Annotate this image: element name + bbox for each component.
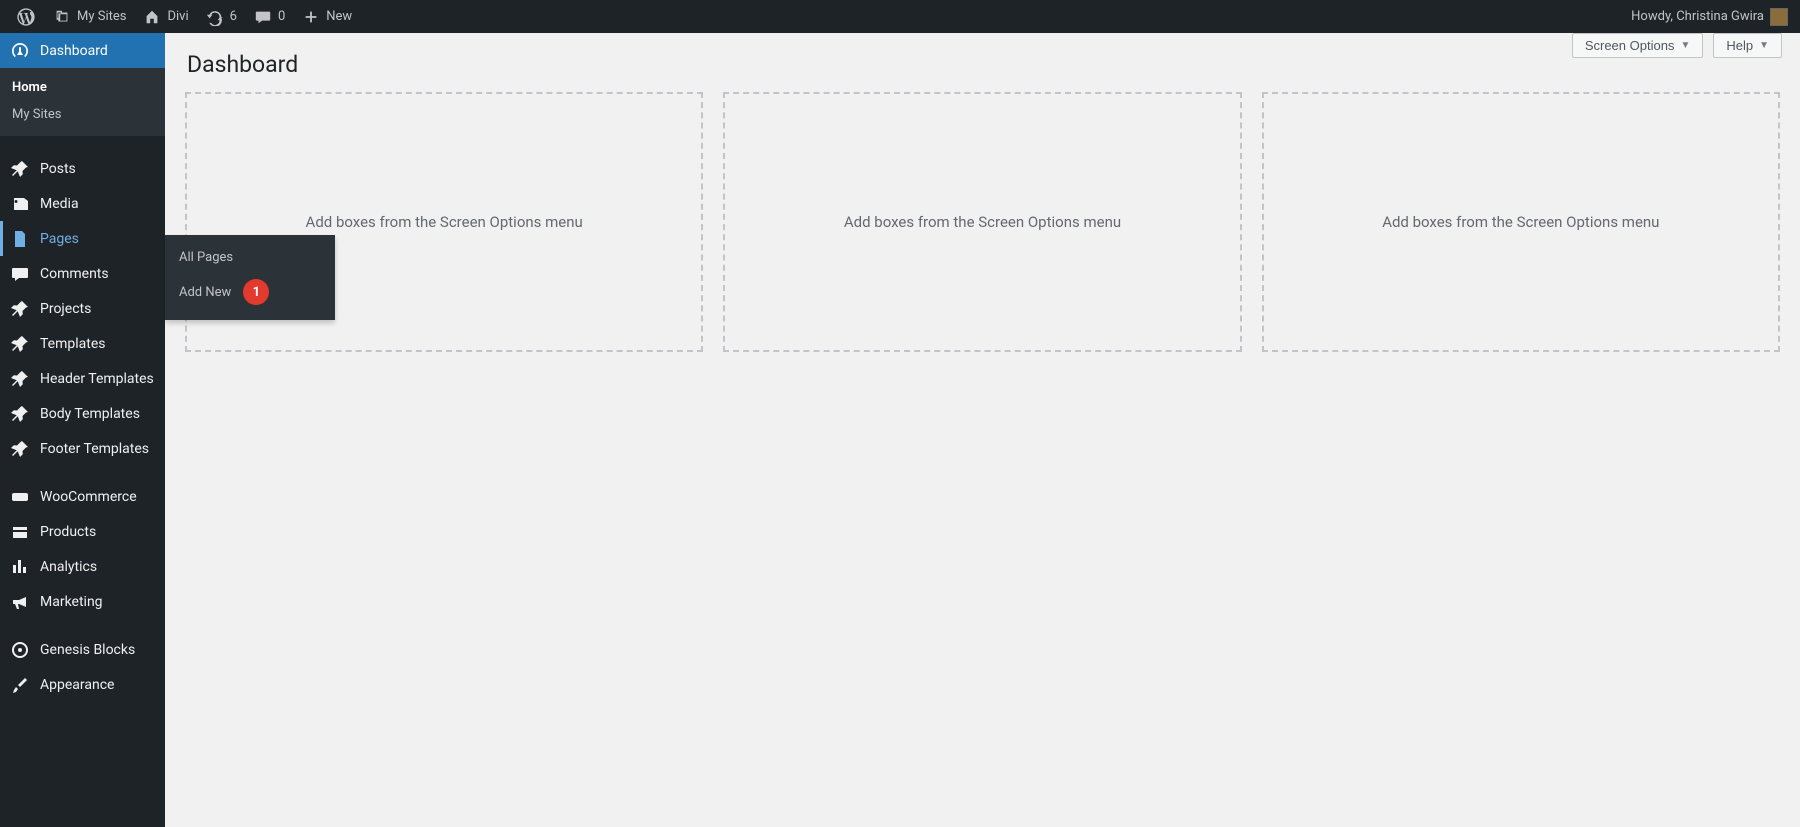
submenu-my-sites[interactable]: My Sites — [0, 101, 165, 128]
empty-widget-text: Add boxes from the Screen Options menu — [306, 213, 583, 231]
new-text: New — [326, 9, 352, 24]
dashboard-icon — [10, 41, 30, 61]
products-icon — [10, 522, 30, 542]
annotation-step-1: 1 — [243, 279, 269, 305]
page-icon — [10, 229, 30, 249]
pin-icon — [10, 439, 30, 459]
admin-bar-right[interactable]: Howdy, Christina Gwira — [1631, 8, 1792, 26]
menu-header-templates-label: Header Templates — [40, 371, 154, 387]
my-sites-text: My Sites — [77, 9, 126, 24]
new-link[interactable]: New — [293, 0, 360, 33]
menu-dashboard[interactable]: Dashboard — [0, 33, 165, 68]
comments-icon — [10, 264, 30, 284]
menu-media[interactable]: Media — [0, 186, 165, 221]
menu-posts-label: Posts — [40, 161, 76, 177]
menu-comments[interactable]: Comments — [0, 256, 165, 291]
updates-count: 6 — [230, 9, 237, 24]
all-pages-label: All Pages — [179, 250, 233, 265]
menu-woocommerce[interactable]: WooCommerce — [0, 479, 165, 514]
menu-pages[interactable]: Pages — [0, 221, 165, 256]
submenu-all-pages[interactable]: All Pages — [165, 243, 335, 272]
submenu-home[interactable]: Home — [0, 74, 165, 101]
comments-count: 0 — [278, 9, 285, 24]
menu-footer-templates[interactable]: Footer Templates — [0, 431, 165, 466]
menu-woocommerce-label: WooCommerce — [40, 489, 137, 505]
menu-genesis-blocks[interactable]: Genesis Blocks — [0, 632, 165, 667]
main-content: Dashboard Add boxes from the Screen Opti… — [165, 33, 1800, 827]
menu-dashboard-label: Dashboard — [40, 43, 108, 59]
my-sites-link[interactable]: My Sites — [44, 0, 134, 33]
submenu-add-new-page[interactable]: Add New 1 — [165, 272, 335, 312]
add-new-label: Add New — [179, 285, 231, 300]
comments-link[interactable]: 0 — [245, 0, 293, 33]
admin-bar: My Sites Divi 6 0 New Howdy, — [0, 0, 1800, 33]
menu-marketing[interactable]: Marketing — [0, 584, 165, 619]
howdy-text: Howdy, Christina Gwira — [1631, 9, 1764, 24]
menu-appearance[interactable]: Appearance — [0, 667, 165, 702]
menu-genesis-label: Genesis Blocks — [40, 642, 135, 658]
empty-widget-text: Add boxes from the Screen Options menu — [844, 213, 1121, 231]
menu-marketing-label: Marketing — [40, 594, 103, 610]
home-icon — [142, 7, 162, 27]
admin-bar-left: My Sites Divi 6 0 New — [8, 0, 360, 33]
menu-posts[interactable]: Posts — [0, 151, 165, 186]
media-icon — [10, 194, 30, 214]
menu-header-templates[interactable]: Header Templates — [0, 361, 165, 396]
menu-templates-label: Templates — [40, 336, 106, 352]
widget-column-2: Add boxes from the Screen Options menu — [723, 92, 1241, 352]
menu-analytics-label: Analytics — [40, 559, 97, 575]
megaphone-icon — [10, 592, 30, 612]
menu-body-templates-label: Body Templates — [40, 406, 140, 422]
dashboard-widgets: Add boxes from the Screen Options menu A… — [185, 92, 1780, 352]
menu-products[interactable]: Products — [0, 514, 165, 549]
wordpress-icon — [16, 7, 36, 27]
pin-icon — [10, 404, 30, 424]
pin-icon — [10, 159, 30, 179]
analytics-icon — [10, 557, 30, 577]
site-name-text: Divi — [167, 9, 188, 24]
multisite-icon — [52, 7, 72, 27]
pin-icon — [10, 334, 30, 354]
genesis-icon — [10, 640, 30, 660]
admin-sidebar: Dashboard Home My Sites Posts Media Page… — [0, 33, 165, 827]
empty-widget-text: Add boxes from the Screen Options menu — [1382, 213, 1659, 231]
submenu-pages-flyout: All Pages Add New 1 — [165, 235, 335, 320]
update-icon — [205, 7, 225, 27]
menu-appearance-label: Appearance — [40, 677, 114, 693]
woocommerce-icon — [10, 487, 30, 507]
avatar — [1770, 8, 1788, 26]
menu-analytics[interactable]: Analytics — [0, 549, 165, 584]
menu-projects[interactable]: Projects — [0, 291, 165, 326]
widget-column-3: Add boxes from the Screen Options menu — [1262, 92, 1780, 352]
menu-comments-label: Comments — [40, 266, 109, 282]
wp-logo[interactable] — [8, 0, 44, 33]
pin-icon — [10, 369, 30, 389]
menu-media-label: Media — [40, 196, 79, 212]
page-title: Dashboard — [185, 33, 1780, 92]
menu-pages-label: Pages — [40, 231, 79, 247]
menu-footer-templates-label: Footer Templates — [40, 441, 149, 457]
menu-projects-label: Projects — [40, 301, 91, 317]
brush-icon — [10, 675, 30, 695]
updates-link[interactable]: 6 — [197, 0, 245, 33]
menu-body-templates[interactable]: Body Templates — [0, 396, 165, 431]
plus-icon — [301, 7, 321, 27]
comment-icon — [253, 7, 273, 27]
submenu-dashboard: Home My Sites — [0, 68, 165, 136]
site-name-link[interactable]: Divi — [134, 0, 196, 33]
menu-templates[interactable]: Templates — [0, 326, 165, 361]
menu-products-label: Products — [40, 524, 96, 540]
pin-icon — [10, 299, 30, 319]
